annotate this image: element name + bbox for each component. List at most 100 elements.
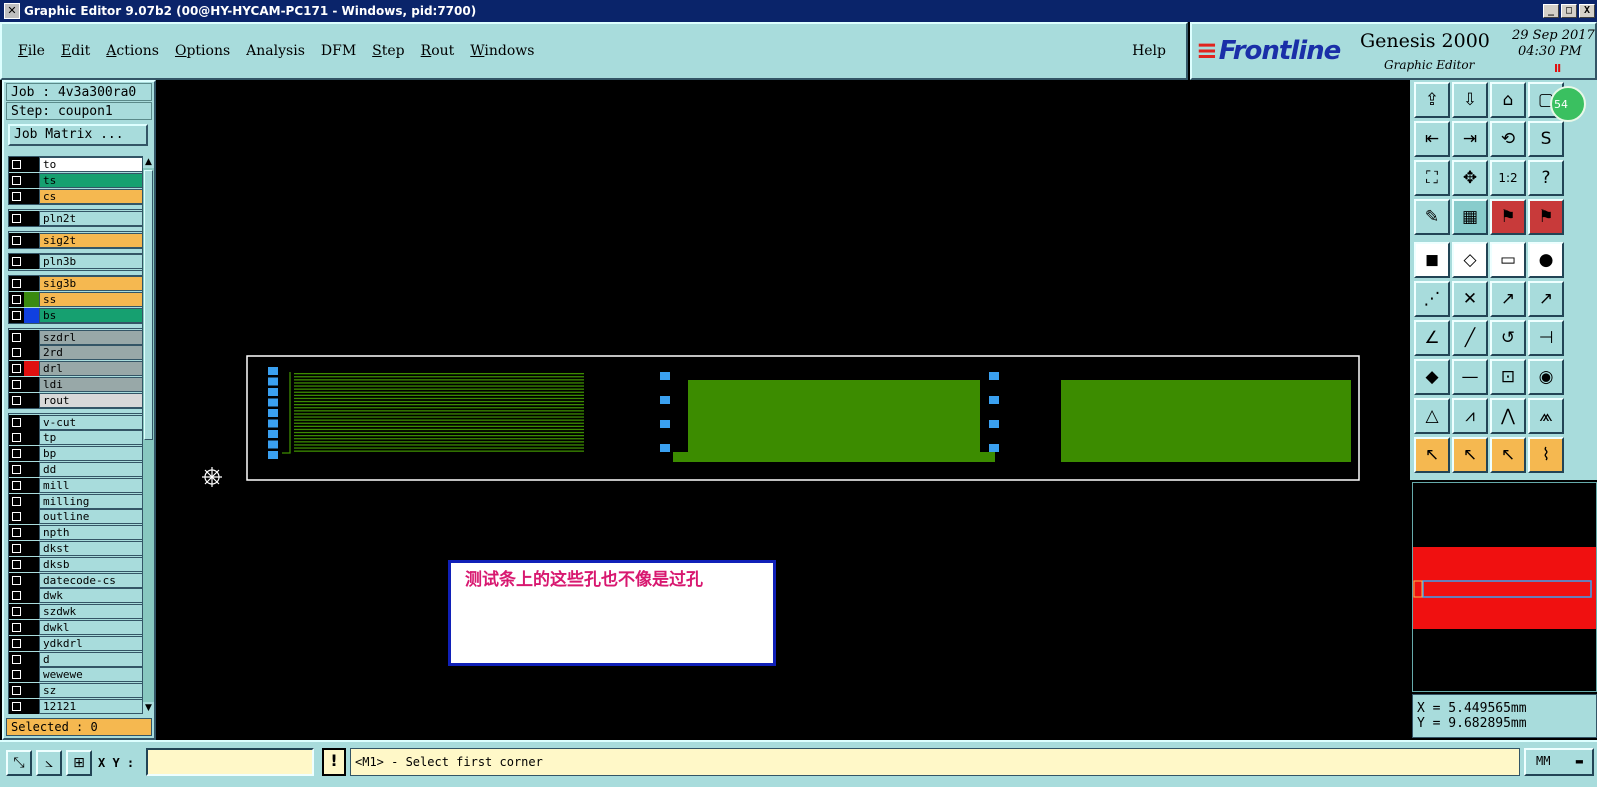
wave-icon[interactable]: ⩕ xyxy=(1528,398,1564,434)
layer-name[interactable]: sig2t xyxy=(39,232,143,248)
layer-name[interactable]: sz xyxy=(39,683,143,699)
peak-icon[interactable]: ⋀ xyxy=(1490,398,1526,434)
layer-checkbox[interactable] xyxy=(9,477,24,493)
home-view-icon[interactable]: ⌂ xyxy=(1490,82,1526,118)
layer-row[interactable]: ts xyxy=(9,173,143,189)
zoom-center-icon[interactable]: ✥ xyxy=(1452,160,1488,196)
layer-name[interactable]: tp xyxy=(39,430,143,446)
layer-color-swatch[interactable] xyxy=(24,540,39,556)
layer-color-swatch[interactable] xyxy=(24,291,39,307)
layer-checkbox[interactable] xyxy=(9,254,24,270)
layer-checkbox[interactable] xyxy=(9,430,24,446)
layer-name[interactable]: pln2t xyxy=(39,210,143,226)
menu-item[interactable]: Windows xyxy=(470,43,534,59)
right-pan-icon[interactable]: ⇥ xyxy=(1452,121,1488,157)
layer-color-swatch[interactable] xyxy=(24,698,39,714)
select-polygon-icon[interactable]: ↖ xyxy=(1490,437,1526,473)
layer-name[interactable]: ts xyxy=(39,173,143,189)
layer-color-swatch[interactable] xyxy=(24,276,39,292)
circle-icon[interactable]: ◉ xyxy=(1528,359,1564,395)
fill-icon[interactable]: ◼ xyxy=(1414,242,1450,278)
layer-checkbox[interactable] xyxy=(9,493,24,509)
measure-icon[interactable]: ⦣ xyxy=(36,750,62,776)
layer-name[interactable]: d xyxy=(39,651,143,667)
layer-color-swatch[interactable] xyxy=(24,667,39,683)
layer-color-swatch[interactable] xyxy=(24,461,39,477)
layer-row[interactable]: 12121 xyxy=(9,698,143,715)
layer-row[interactable]: milling xyxy=(9,493,143,509)
layer-color-swatch[interactable] xyxy=(24,556,39,572)
pad-box-icon[interactable]: ⊡ xyxy=(1490,359,1526,395)
layer-checkbox[interactable] xyxy=(9,461,24,477)
overview-minimap[interactable] xyxy=(1412,482,1597,692)
layer-name[interactable]: mill xyxy=(39,477,143,493)
layer-name[interactable]: szdrl xyxy=(39,329,143,345)
layer-color-swatch[interactable] xyxy=(24,525,39,541)
layer-name[interactable]: sig3b xyxy=(39,276,143,292)
menu-item[interactable]: Actions xyxy=(106,43,159,59)
layer-name[interactable]: dksb xyxy=(39,556,143,572)
layer-red-alt-icon[interactable]: ⚑ xyxy=(1528,199,1564,235)
layer-name[interactable]: bp xyxy=(39,446,143,462)
layer-color-swatch[interactable] xyxy=(24,232,39,248)
notification-badge[interactable]: 54 xyxy=(1550,86,1586,122)
layer-name[interactable]: rout xyxy=(39,392,143,408)
polygon-icon[interactable]: ◇ xyxy=(1452,242,1488,278)
layer-name[interactable]: drl xyxy=(39,361,143,377)
route-icon[interactable]: ⋰ xyxy=(1414,281,1450,317)
scroll-down-icon[interactable]: ▼ xyxy=(143,702,154,714)
layer-row[interactable]: wewewe xyxy=(9,667,143,683)
layer-row[interactable]: outline xyxy=(9,509,143,525)
layer-row[interactable]: bs xyxy=(9,307,143,323)
layer-color-swatch[interactable] xyxy=(24,651,39,667)
angle-icon[interactable]: ∠ xyxy=(1414,320,1450,356)
menu-item[interactable]: File xyxy=(18,43,45,59)
layer-checkbox[interactable] xyxy=(9,157,24,173)
align-icon[interactable]: ⊣ xyxy=(1528,320,1564,356)
menu-item[interactable]: Analysis xyxy=(246,43,305,59)
layer-name[interactable]: ydkdrl xyxy=(39,635,143,651)
layer-color-swatch[interactable] xyxy=(24,493,39,509)
layer-checkbox[interactable] xyxy=(9,604,24,620)
select-box-icon[interactable]: ↖ xyxy=(1452,437,1488,473)
job-matrix-button[interactable]: Job Matrix ... xyxy=(8,124,148,146)
layer-checkbox[interactable] xyxy=(9,667,24,683)
layer-name[interactable]: to xyxy=(39,157,143,173)
layer-checkbox[interactable] xyxy=(9,414,24,430)
layer-checkbox[interactable] xyxy=(9,376,24,392)
zoom-box-icon[interactable]: ⤡ xyxy=(6,750,32,776)
layer-checkbox[interactable] xyxy=(9,210,24,226)
layer-color-swatch[interactable] xyxy=(24,361,39,377)
ruler-icon[interactable]: ▭ xyxy=(1490,242,1526,278)
layer-color-swatch[interactable] xyxy=(24,635,39,651)
layer-row[interactable]: 2rd xyxy=(9,345,143,361)
layer-list-scrollbar[interactable]: ▲ ▼ xyxy=(142,156,154,714)
layer-name[interactable]: szdwk xyxy=(39,604,143,620)
layer-checkbox[interactable] xyxy=(9,683,24,699)
arrow-red-icon[interactable]: ↗ xyxy=(1490,281,1526,317)
arc-icon[interactable]: ⩘ xyxy=(1452,398,1488,434)
layer-name[interactable]: npth xyxy=(39,525,143,541)
scroll-up-icon[interactable]: ▲ xyxy=(143,156,154,168)
layer-color-swatch[interactable] xyxy=(24,157,39,173)
warning-icon[interactable]: ! xyxy=(322,748,346,776)
layer-checkbox[interactable] xyxy=(9,619,24,635)
layer-checkbox[interactable] xyxy=(9,307,24,323)
triangle-icon[interactable]: △ xyxy=(1414,398,1450,434)
layer-checkbox[interactable] xyxy=(9,540,24,556)
menu-item[interactable]: Edit xyxy=(61,43,90,59)
help-icon[interactable]: ? xyxy=(1528,160,1564,196)
menu-item[interactable]: DFM xyxy=(321,43,356,59)
snap-icon[interactable]: S xyxy=(1528,121,1564,157)
left-pan-icon[interactable]: ⇤ xyxy=(1414,121,1450,157)
menu-item[interactable]: Options xyxy=(175,43,230,59)
layer-row[interactable]: v-cut xyxy=(9,414,143,430)
layer-checkbox[interactable] xyxy=(9,525,24,541)
layer-color-swatch[interactable] xyxy=(24,683,39,699)
layer-color-swatch[interactable] xyxy=(24,588,39,604)
layer-name[interactable]: cs xyxy=(39,188,143,204)
rotate-icon[interactable]: ↺ xyxy=(1490,320,1526,356)
layer-color-swatch[interactable] xyxy=(24,572,39,588)
line-icon[interactable]: ╱ xyxy=(1452,320,1488,356)
layer-checkbox[interactable] xyxy=(9,635,24,651)
